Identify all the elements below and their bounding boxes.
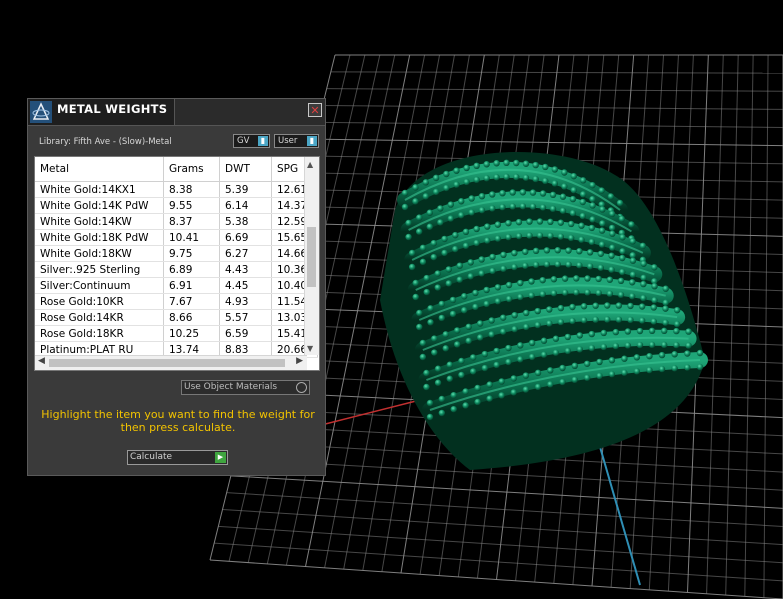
cell-metal: Silver:Continuum: [35, 277, 164, 294]
cell-grams: 8.37: [163, 213, 220, 230]
cell-dwt: 6.14: [219, 197, 272, 214]
cell-metal: White Gold:18KW: [35, 245, 164, 262]
table-row[interactable]: White Gold:18KW 9.75 6.27 14.66: [35, 245, 318, 262]
table-row[interactable]: Silver:Continuum 6.91 4.45 10.40: [35, 277, 318, 294]
radio-icon[interactable]: [296, 382, 307, 393]
cell-grams: 7.67: [163, 293, 220, 310]
cell-metal: White Gold:18K PdW: [35, 229, 164, 246]
chevron-down-icon: ▮: [258, 136, 268, 146]
cell-metal: Rose Gold:10KR: [35, 293, 164, 310]
metal-table: Metal Grams DWT SPG White Gold:14KX1 8.38…: [35, 157, 318, 358]
calculate-button[interactable]: Calculate ▶: [127, 450, 228, 465]
cell-grams: 9.75: [163, 245, 220, 262]
cell-grams: 10.25: [163, 325, 220, 342]
user-select[interactable]: User ▮: [274, 134, 319, 148]
cell-metal: White Gold:14KX1: [35, 181, 164, 198]
cell-dwt: 6.59: [219, 325, 272, 342]
cell-metal: White Gold:14KW: [35, 213, 164, 230]
gv-select-value: GV: [237, 136, 250, 146]
play-arrow-icon: ▶: [215, 452, 226, 463]
cell-dwt: 5.39: [219, 181, 272, 198]
scroll-up-icon[interactable]: ▲: [307, 160, 313, 169]
metal-weights-panel: METAL WEIGHTS ✕ Library: Fifth Ave - (Sl…: [27, 98, 326, 476]
table-row[interactable]: White Gold:18K PdW 10.41 6.69 15.65: [35, 229, 318, 246]
cell-grams: 10.41: [163, 229, 220, 246]
table-row[interactable]: Rose Gold:18KR 10.25 6.59 15.41: [35, 325, 318, 342]
cell-grams: 8.66: [163, 309, 220, 326]
user-select-value: User: [278, 136, 298, 146]
scroll-left-icon[interactable]: ◀: [38, 356, 45, 366]
cell-dwt: 4.43: [219, 261, 272, 278]
metal-table-container: Metal Grams DWT SPG White Gold:14KX1 8.38…: [34, 156, 320, 371]
use-object-materials-label: Use Object Materials: [184, 382, 278, 392]
cell-metal: White Gold:14K PdW: [35, 197, 164, 214]
column-header-metal[interactable]: Metal: [35, 157, 164, 182]
panel-title: METAL WEIGHTS: [57, 102, 168, 116]
scroll-right-icon[interactable]: ▶: [296, 356, 303, 366]
vertical-scroll-thumb[interactable]: [307, 227, 316, 287]
table-row[interactable]: Silver:.925 Sterling 6.89 4.43 10.36: [35, 261, 318, 278]
cell-grams: 8.38: [163, 181, 220, 198]
use-object-materials-toggle[interactable]: Use Object Materials: [181, 380, 310, 395]
cell-metal: Rose Gold:18KR: [35, 325, 164, 342]
close-icon[interactable]: ✕: [308, 103, 322, 117]
cell-grams: 6.91: [163, 277, 220, 294]
table-row[interactable]: White Gold:14KW 8.37 5.38 12.59: [35, 213, 318, 230]
vertical-scrollbar[interactable]: ▲ ▼: [304, 157, 319, 355]
app-logo-icon: [30, 101, 52, 123]
cell-dwt: 4.45: [219, 277, 272, 294]
cell-metal: Silver:.925 Sterling: [35, 261, 164, 278]
horizontal-scroll-thumb[interactable]: [49, 359, 285, 367]
cell-dwt: 6.69: [219, 229, 272, 246]
chevron-down-icon: ▮: [307, 136, 317, 146]
cell-dwt: 5.38: [219, 213, 272, 230]
horizontal-scrollbar[interactable]: ◀ ▶: [35, 355, 307, 370]
title-tab: METAL WEIGHTS: [28, 99, 175, 125]
column-header-dwt[interactable]: DWT: [219, 157, 272, 182]
cell-metal: Rose Gold:14KR: [35, 309, 164, 326]
cell-grams: 9.55: [163, 197, 220, 214]
table-row[interactable]: Rose Gold:14KR 8.66 5.57 13.03: [35, 309, 318, 326]
cell-grams: 6.89: [163, 261, 220, 278]
panel-titlebar[interactable]: METAL WEIGHTS ✕: [28, 99, 325, 126]
calculate-button-label: Calculate: [130, 452, 173, 462]
table-row[interactable]: Rose Gold:10KR 7.67 4.93 11.54: [35, 293, 318, 310]
gv-select[interactable]: GV ▮: [233, 134, 270, 148]
library-label: Library: Fifth Ave - (Slow)-Metal: [39, 137, 172, 147]
table-row[interactable]: White Gold:14K PdW 9.55 6.14 14.37: [35, 197, 318, 214]
cell-dwt: 6.27: [219, 245, 272, 262]
scroll-down-icon[interactable]: ▼: [307, 344, 313, 353]
cell-dwt: 5.57: [219, 309, 272, 326]
table-header-row: Metal Grams DWT SPG: [35, 157, 318, 182]
column-header-grams[interactable]: Grams: [163, 157, 220, 182]
table-row[interactable]: White Gold:14KX1 8.38 5.39 12.61: [35, 181, 318, 198]
cell-dwt: 4.93: [219, 293, 272, 310]
instruction-text: Highlight the item you want to find the …: [41, 408, 315, 434]
